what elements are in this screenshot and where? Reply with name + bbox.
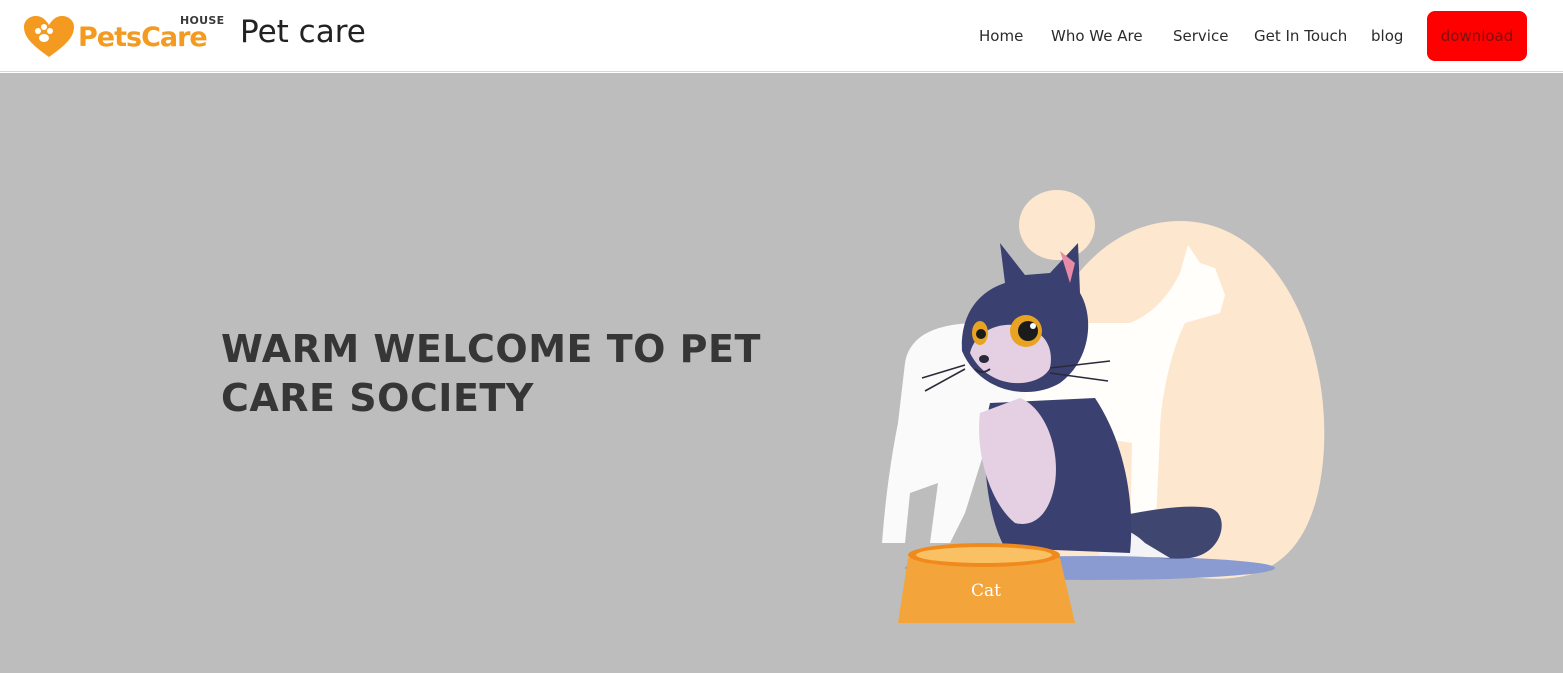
pets-care-logo[interactable]: PetsCare HOUSE	[22, 12, 227, 60]
brand[interactable]: PetsCare HOUSE	[22, 12, 227, 60]
bowl-label: Cat	[971, 581, 1001, 601]
nav-get-in-touch[interactable]: Get In Touch	[1254, 27, 1347, 45]
cat-nose	[979, 355, 989, 363]
site-title[interactable]: Pet care	[240, 14, 366, 50]
nav-blog[interactable]: blog	[1371, 27, 1403, 45]
nav-service[interactable]: Service	[1173, 27, 1228, 45]
hero-heading: WARM WELCOME TO PET CARE SOCIETY	[221, 327, 761, 420]
heart-paw-icon	[24, 16, 74, 57]
download-button[interactable]: download	[1427, 11, 1527, 61]
small-blob	[1019, 190, 1095, 260]
top-navbar: PetsCare HOUSE Pet care Home Who We Are …	[0, 0, 1563, 72]
nav-home[interactable]: Home	[979, 27, 1023, 45]
logo-tagline: HOUSE	[180, 14, 225, 27]
cat-illustration: Cat	[882, 190, 1325, 623]
hero-section: WARM WELCOME TO PET CARE SOCIETY Cat	[0, 73, 1563, 673]
nav-who-we-are[interactable]: Who We Are	[1051, 27, 1143, 45]
